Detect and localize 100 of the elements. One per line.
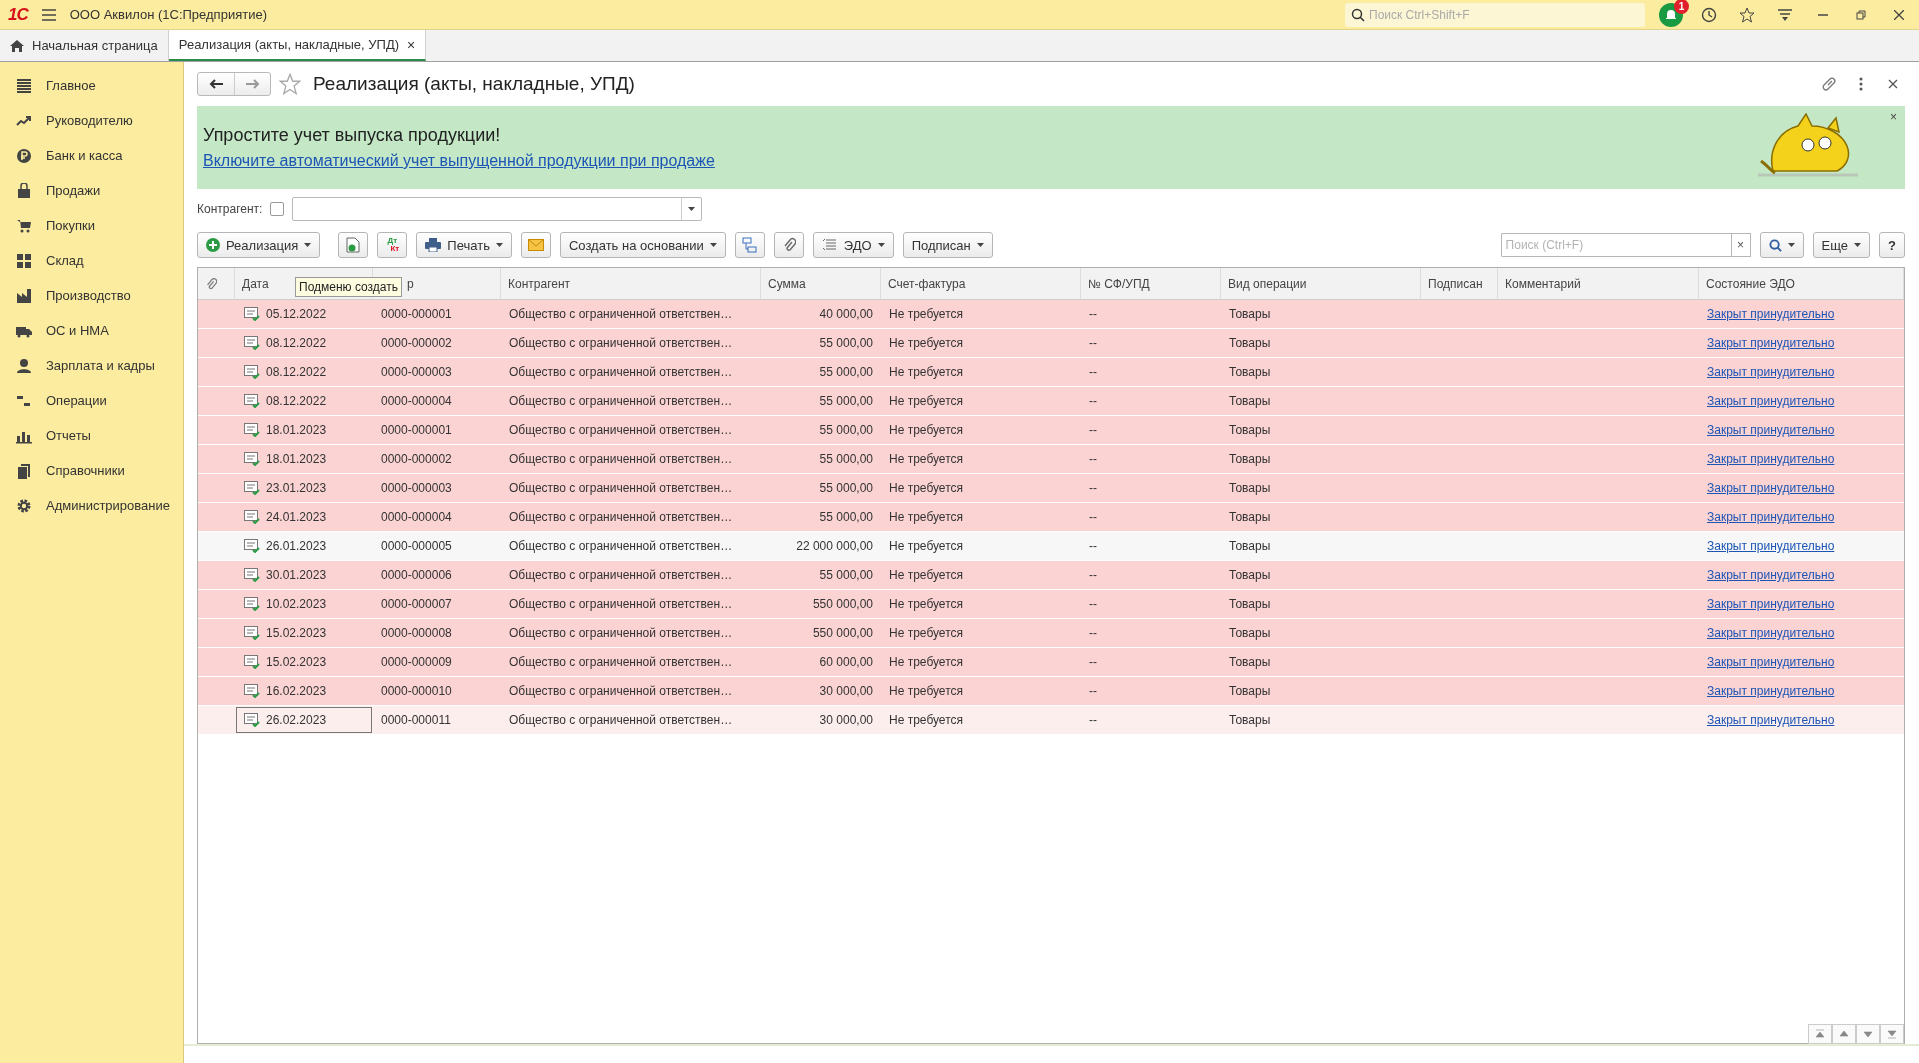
table-cell-text: 0000-000006: [380, 567, 453, 584]
table-cell-text: Общество с ограниченной ответствен…: [508, 712, 734, 729]
table-cell-text: Товары: [1228, 509, 1272, 526]
table-cell-text: 60 000,00: [818, 654, 874, 671]
date-cell: 08.12.2022: [235, 358, 373, 386]
table-cell-text: Не требуется: [888, 422, 964, 439]
table-cell-text: Не требуется: [888, 625, 964, 642]
table-cell-text: Общество с ограниченной ответствен…: [508, 480, 734, 497]
table-cell-text: Не требуется: [888, 393, 964, 410]
table-cell-text: --: [1088, 335, 1098, 352]
table-cell-text: Не требуется: [888, 712, 964, 729]
table-cell-text: 55 000,00: [818, 393, 874, 410]
table-cell-text: Общество с ограниченной ответствен…: [508, 567, 734, 584]
table-cell-text: 0000-000008: [380, 625, 453, 642]
table-cell-text: Не требуется: [888, 306, 964, 323]
table-cell-text: 22 000 000,00: [795, 538, 874, 555]
table-cell-text: 550 000,00: [811, 625, 874, 642]
table-cell-text: 0000-000002: [380, 451, 453, 468]
table-cell-text: Товары: [1228, 335, 1272, 352]
date-cell: 15.02.2023: [235, 648, 373, 676]
table-cell-text: 0000-000005: [380, 538, 453, 555]
table-cell-text: Товары: [1228, 654, 1272, 671]
table-cell-text: Не требуется: [888, 654, 964, 671]
table-cell-text: Товары: [1228, 625, 1272, 642]
table-cell-text: Товары: [1228, 480, 1272, 497]
table-cell-text: Общество с ограниченной ответствен…: [508, 306, 734, 323]
table-cell-text: Общество с ограниченной ответствен…: [508, 364, 734, 381]
form-title: Реализация (акты, накладные, УПД): [313, 73, 635, 95]
tab-label: Реализация (акты, накладные, УПД): [178, 37, 400, 52]
table-cell-text: 0000-000009: [380, 654, 453, 671]
table-cell-text: 0000-000004: [380, 393, 453, 410]
table-cell-text: Не требуется: [888, 364, 964, 381]
table-cell-text: 0000-000001: [380, 306, 453, 323]
date-cell: 26.01.2023: [235, 532, 373, 560]
date-cell: 23.01.2023: [235, 474, 373, 502]
table-cell-text: Товары: [1228, 451, 1272, 468]
date-cell: 30.01.2023: [235, 561, 373, 589]
table-cell-text: Товары: [1228, 596, 1272, 613]
table-cell-text: 0000-000010: [380, 683, 453, 700]
table-cell-text: 40 000,00: [818, 306, 874, 323]
table-cell-text: 55 000,00: [818, 335, 874, 352]
table-cell-text: Не требуется: [888, 538, 964, 555]
table-cell-text: 0000-000007: [380, 596, 453, 613]
table-cell-text: --: [1088, 393, 1098, 410]
table-cell-text: --: [1088, 306, 1098, 323]
table-cell-text: 0000-000003: [380, 480, 453, 497]
table-cell-text: 0000-000001: [380, 422, 453, 439]
table-cell-text: 550 000,00: [811, 596, 874, 613]
table-cell-text: --: [1088, 683, 1098, 700]
date-cell: 16.02.2023: [235, 677, 373, 705]
table-cell-text: Общество с ограниченной ответствен…: [508, 538, 734, 555]
table-cell-text: Товары: [1228, 306, 1272, 323]
table-cell-text: Не требуется: [888, 451, 964, 468]
table-cell-text: 55 000,00: [818, 480, 874, 497]
table-cell-text: Общество с ограниченной ответствен…: [508, 654, 734, 671]
table-cell-text: Товары: [1228, 683, 1272, 700]
date-cell: 18.01.2023: [235, 445, 373, 473]
table-cell-text: Товары: [1228, 393, 1272, 410]
date-cell: 05.12.2022: [235, 300, 373, 328]
date-cell: 08.12.2022: [235, 329, 373, 357]
date-cell: 10.02.2023: [235, 590, 373, 618]
table-cell-text: --: [1088, 364, 1098, 381]
table-cell-text: 0000-000002: [380, 335, 453, 352]
table-cell-text: 55 000,00: [818, 567, 874, 584]
table-cell-text: Товары: [1228, 567, 1272, 584]
banner-heading: Упростите учет выпуска продукции!: [203, 125, 502, 146]
table-cell-text: 0000-000003: [380, 364, 453, 381]
table-cell-text: Общество с ограниченной ответствен…: [508, 509, 734, 526]
table-cell-text: Не требуется: [888, 335, 964, 352]
table-cell-text: Общество с ограниченной ответствен…: [508, 596, 734, 613]
table-cell-text: 55 000,00: [818, 364, 874, 381]
date-cell: 15.02.2023: [235, 619, 373, 647]
table-cell-text: Товары: [1228, 422, 1272, 439]
table-cell-text: 30 000,00: [818, 712, 874, 729]
table-cell-text: 55 000,00: [818, 422, 874, 439]
table-cell-text: Общество с ограниченной ответствен…: [508, 393, 734, 410]
table-cell-text: --: [1088, 480, 1098, 497]
window-title: ООО Аквилон (1С:Предприятие): [69, 7, 267, 22]
table-cell-text: --: [1088, 596, 1098, 613]
notification-count: 1: [1674, 0, 1689, 14]
date-cell: 18.01.2023: [235, 416, 373, 444]
date-cell: 08.12.2022: [235, 387, 373, 415]
date-cell: 24.01.2023: [235, 503, 373, 531]
table-cell-text: Не требуется: [888, 596, 964, 613]
table-cell-text: 0000-000004: [380, 509, 453, 526]
app-logo: 1С: [8, 4, 28, 25]
table-cell-text: --: [1088, 422, 1098, 439]
table-cell-text: Не требуется: [888, 509, 964, 526]
table-cell-text: Общество с ограниченной ответствен…: [508, 335, 734, 352]
table-cell-text: Общество с ограниченной ответствен…: [508, 422, 734, 439]
table-cell-text: 55 000,00: [818, 451, 874, 468]
filter-label: Контрагент:: [197, 202, 263, 216]
table-cell-text: Не требуется: [888, 683, 964, 700]
table-cell-text: --: [1088, 625, 1098, 642]
table-cell-text: --: [1088, 712, 1098, 729]
table-cell-text: Товары: [1228, 538, 1272, 555]
tab-label: Начальная страница: [32, 38, 158, 53]
table-cell-text: --: [1088, 451, 1098, 468]
date-cell: 26.02.2023: [235, 706, 373, 734]
table-cell-text: Общество с ограниченной ответствен…: [508, 451, 734, 468]
